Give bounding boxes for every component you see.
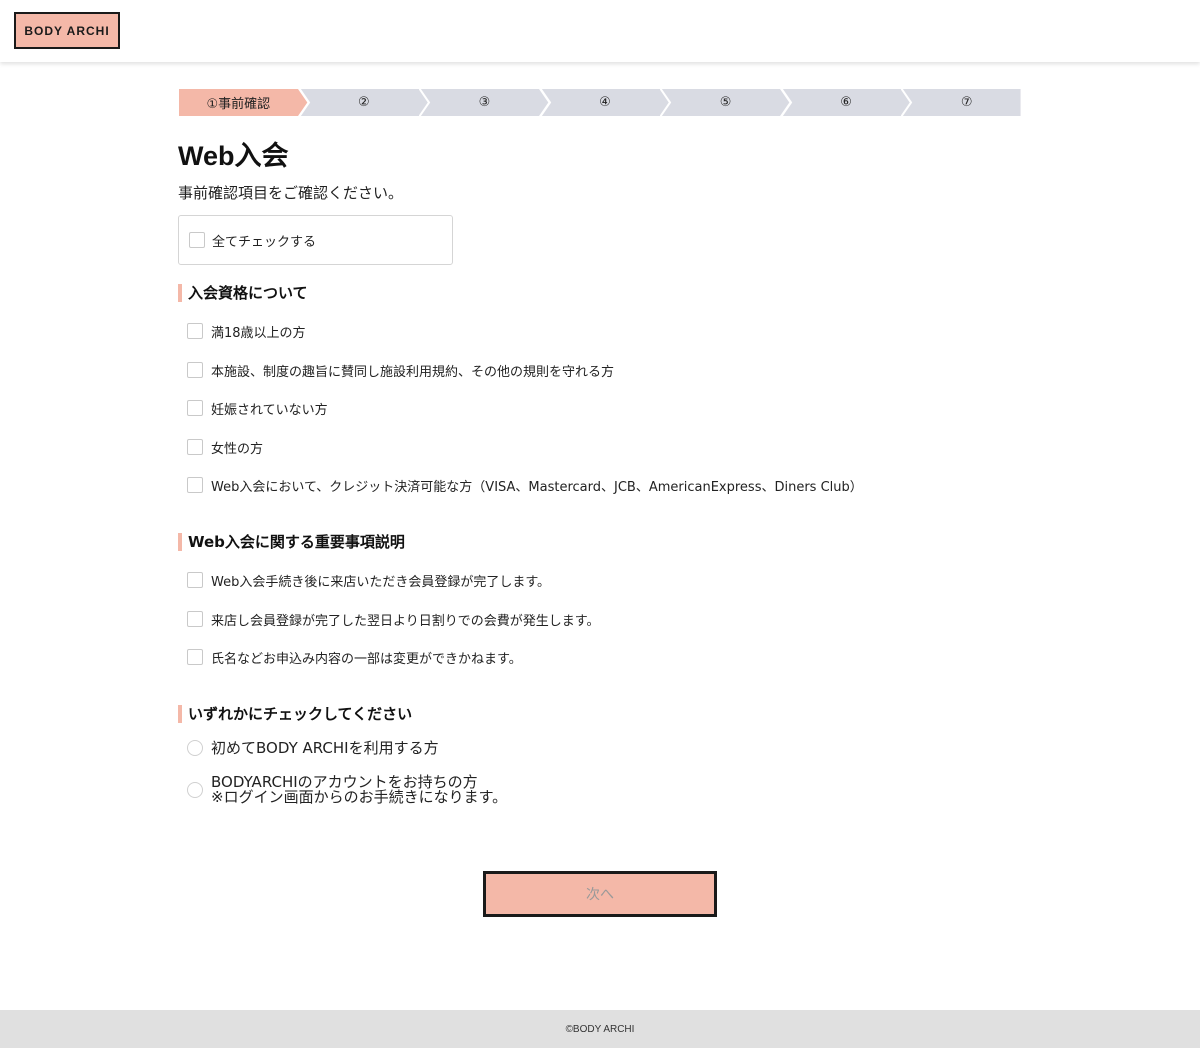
important-label[interactable]: 氏名などお申込み内容の一部は変更ができかねます。 bbox=[211, 648, 522, 667]
important-item[interactable]: 来店し会員登録が完了した翌日より日割りでの会費が発生します。 bbox=[187, 610, 599, 629]
step-label: ⑦ bbox=[960, 95, 973, 110]
step-label: ①事前確認 bbox=[206, 97, 271, 112]
check-all-box[interactable]: 全てチェックする bbox=[178, 215, 453, 265]
eligibility-checkbox[interactable] bbox=[187, 323, 203, 339]
eligibility-label[interactable]: 本施設、制度の趣旨に賛同し施設利用規約、その他の規則を守れる方 bbox=[211, 361, 614, 380]
copyright-text: ©BODY ARCHI bbox=[565, 1023, 635, 1035]
page-subtitle: 事前確認項目をご確認ください。 bbox=[178, 184, 404, 202]
step-label: ⑤ bbox=[719, 95, 732, 110]
eligibility-checkbox[interactable] bbox=[187, 477, 203, 493]
eligibility-label[interactable]: Web入会において、クレジット決済可能な方（VISA、Mastercard、JC… bbox=[211, 476, 863, 495]
eligibility-item[interactable]: 女性の方 bbox=[187, 438, 263, 457]
has-account-radio[interactable] bbox=[187, 782, 203, 798]
eligibility-label[interactable]: 妊娠されていない方 bbox=[211, 399, 328, 418]
step-label: ② bbox=[358, 95, 370, 110]
step-label: ⑥ bbox=[840, 95, 852, 110]
step-2: ② bbox=[298, 88, 430, 117]
section-title-eligibility: 入会資格について bbox=[178, 284, 308, 302]
first-time-radio[interactable] bbox=[187, 740, 203, 756]
step-label: ③ bbox=[478, 95, 491, 110]
step-1: ①事前確認 bbox=[178, 88, 309, 117]
eligibility-checkbox[interactable] bbox=[187, 362, 203, 378]
important-item[interactable]: Web入会手続き後に来店いただき会員登録が完了します。 bbox=[187, 571, 550, 590]
brand-logo[interactable]: BODY ARCHI bbox=[14, 12, 120, 49]
important-checkbox[interactable] bbox=[187, 572, 203, 588]
section-title-choice: いずれかにチェックしてください bbox=[178, 705, 412, 723]
radio-first-time[interactable]: 初めてBODY ARCHIを利用する方 bbox=[187, 740, 439, 756]
next-button[interactable]: 次へ bbox=[483, 871, 717, 917]
section-title-important: Web入会に関する重要事項説明 bbox=[178, 533, 405, 551]
important-checkbox[interactable] bbox=[187, 649, 203, 665]
step-label: ④ bbox=[599, 95, 611, 110]
eligibility-checkbox[interactable] bbox=[187, 439, 203, 455]
eligibility-item[interactable]: 満18歳以上の方 bbox=[187, 322, 306, 341]
step-5: ⑤ bbox=[660, 88, 791, 117]
important-label[interactable]: Web入会手続き後に来店いただき会員登録が完了します。 bbox=[211, 571, 550, 590]
step-3: ③ bbox=[419, 88, 550, 117]
eligibility-checkbox[interactable] bbox=[187, 400, 203, 416]
site-footer: ©BODY ARCHI bbox=[0, 1010, 1200, 1048]
eligibility-item[interactable]: Web入会において、クレジット決済可能な方（VISA、Mastercard、JC… bbox=[187, 476, 863, 495]
important-label[interactable]: 来店し会員登録が完了した翌日より日割りでの会費が発生します。 bbox=[211, 610, 599, 629]
first-time-label[interactable]: 初めてBODY ARCHIを利用する方 bbox=[211, 740, 439, 756]
eligibility-label[interactable]: 女性の方 bbox=[211, 438, 263, 457]
step-4: ④ bbox=[539, 88, 671, 117]
has-account-label[interactable]: BODYARCHIのアカウントをお持ちの方 ※ログイン画面からのお手続きになりま… bbox=[211, 775, 507, 805]
site-header: BODY ARCHI bbox=[0, 0, 1200, 62]
page-title: Web入会 bbox=[178, 141, 289, 171]
step-6: ⑥ bbox=[780, 88, 912, 117]
check-all-checkbox[interactable] bbox=[189, 232, 205, 248]
radio-has-account[interactable]: BODYARCHIのアカウントをお持ちの方 ※ログイン画面からのお手続きになりま… bbox=[187, 775, 507, 805]
eligibility-label[interactable]: 満18歳以上の方 bbox=[211, 322, 306, 341]
check-all-label[interactable]: 全てチェックする bbox=[212, 231, 316, 250]
has-account-line2: ※ログイン画面からのお手続きになります。 bbox=[211, 788, 508, 806]
progress-steps: ①事前確認 ② ③ ④ ⑤ ⑥ ⑦ bbox=[178, 88, 1022, 117]
important-item[interactable]: 氏名などお申込み内容の一部は変更ができかねます。 bbox=[187, 648, 522, 667]
eligibility-item[interactable]: 本施設、制度の趣旨に賛同し施設利用規約、その他の規則を守れる方 bbox=[187, 361, 614, 380]
important-checkbox[interactable] bbox=[187, 611, 203, 627]
eligibility-item[interactable]: 妊娠されていない方 bbox=[187, 399, 328, 418]
step-7: ⑦ bbox=[901, 88, 1022, 117]
